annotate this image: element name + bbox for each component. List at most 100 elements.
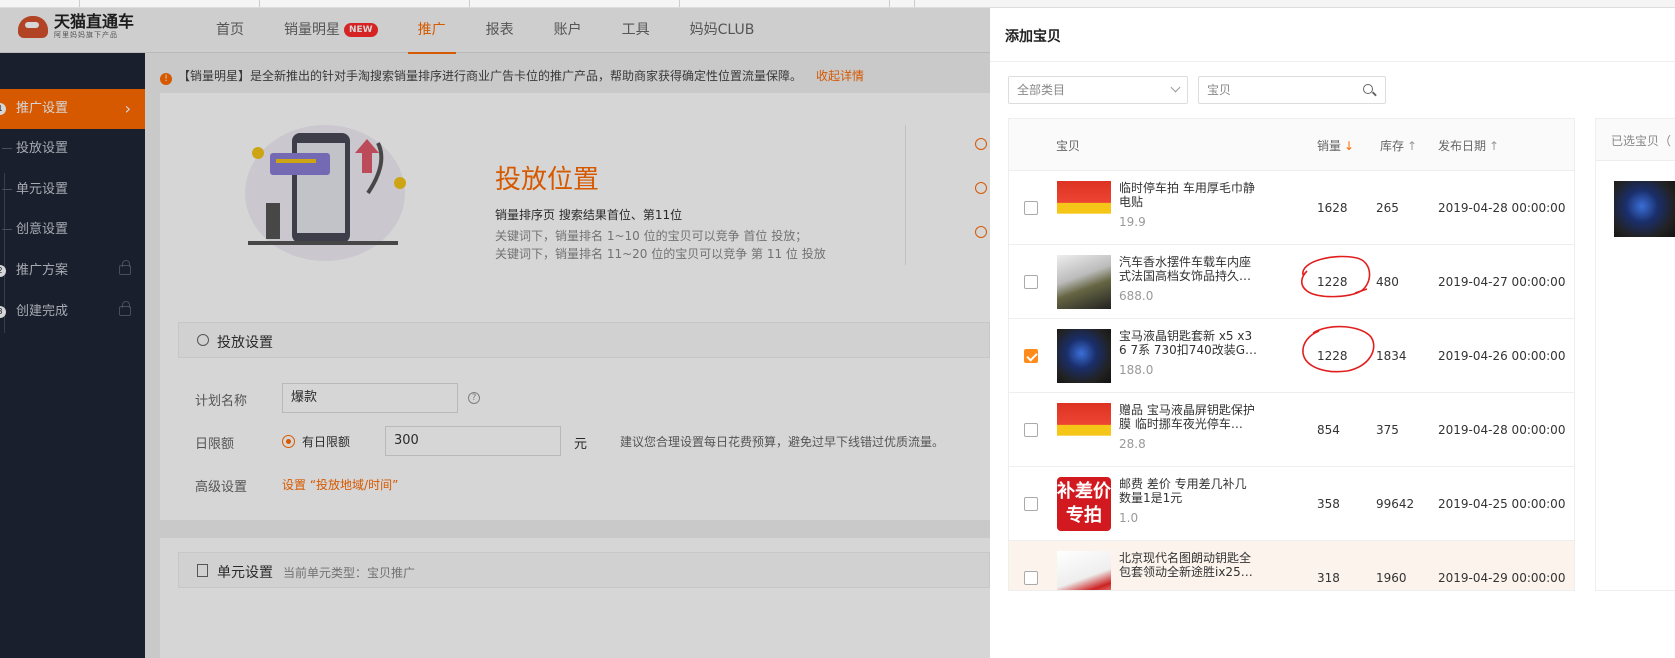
nav-promotion[interactable]: 推广 [398, 8, 466, 54]
advanced-settings-link[interactable]: 设置 “投放地域/时间” [282, 476, 398, 493]
browser-tab[interactable] [890, 0, 915, 7]
product-thumbnail: 补差价专拍 [1057, 477, 1111, 531]
product-price: 19.9 [1119, 215, 1146, 229]
row-checkbox-checked[interactable] [1024, 349, 1038, 363]
nav-account[interactable]: 账户 [534, 8, 602, 53]
sales-cell: 318 [1317, 571, 1340, 585]
product-price: 28.8 [1119, 437, 1146, 451]
hero-subtitle: 销量排序页 搜索结果首位、第11位 [495, 208, 683, 222]
row-checkbox[interactable] [1024, 497, 1038, 511]
column-header-item: 宝贝 [1056, 139, 1081, 153]
table-row[interactable]: 北京现代名图朗动钥匙全包套领动全新途胜ix25… 318 1960 2019-0… [1009, 541, 1574, 590]
section-subtitle: 当前单元类型：宝贝推广 [283, 566, 416, 580]
daily-limit-tip: 建议您合理设置每日花费预算，避免过早下线错过优质流量。 [620, 435, 945, 449]
date-cell: 2019-04-25 00:00:00 [1438, 497, 1566, 511]
section-title: 单元设置 [217, 565, 273, 581]
nav-mama-club[interactable]: 妈妈CLUB [670, 8, 775, 53]
product-name: 宝马液晶钥匙套新 x5 x3 6 7系 730扣740改装G… [1119, 329, 1258, 357]
row-checkbox[interactable] [1024, 571, 1038, 585]
tree-dash [2, 189, 12, 190]
sidebar-item-unit-settings[interactable]: 单元设置 [0, 170, 145, 210]
stock-cell: 1960 [1376, 571, 1407, 585]
sidebar-item-creation-complete[interactable]: 3 创建完成 [0, 292, 145, 332]
table-row[interactable]: 汽车香水摆件车载车内座式法国高档女饰品持久… 688.0 1228 480 20… [1009, 245, 1574, 319]
collapse-details-link[interactable]: 收起详情 [816, 69, 864, 83]
selected-item-thumbnail[interactable] [1614, 181, 1675, 237]
daily-limit-radio[interactable] [282, 435, 295, 448]
document-icon [197, 564, 208, 577]
column-header-stock[interactable]: 库存 ↑ [1380, 137, 1417, 154]
nav-sales-star[interactable]: 销量明星 NEW [264, 8, 398, 53]
logo-title: 天猫直通车 [54, 12, 135, 31]
category-select[interactable]: 全部类目 [1008, 76, 1188, 104]
sort-down-icon: ↓ [1344, 139, 1355, 153]
sales-cell: 358 [1317, 497, 1340, 511]
sidebar-item-label: 创意设置 [16, 222, 69, 237]
stock-cell: 265 [1376, 201, 1399, 215]
sidebar-item-promotion-plan[interactable]: 2 推广方案 [0, 251, 145, 291]
stock-cell: 375 [1376, 423, 1399, 437]
step-number-1: 1 [0, 103, 6, 115]
sidebar-item-delivery-settings[interactable]: 投放设置 [0, 129, 145, 169]
tree-dash [2, 229, 12, 230]
browser-tab[interactable] [260, 0, 470, 7]
new-badge: NEW [344, 23, 378, 37]
hero-description: 关键词下，销量排名 1~10 位的宝贝可以竞争 首位 投放； 关键词下，销量排名… [495, 229, 826, 261]
table-header: 宝贝 销量 ↓ 库存 ↑ 发布日期 ↑ [1009, 119, 1574, 171]
step-number-3: 3 [0, 306, 6, 318]
selected-items-panel: 已选宝贝（ [1595, 118, 1675, 591]
help-icon[interactable]: ? [468, 392, 480, 404]
product-name: 临时停车拍 车用厚毛巾静电贴 [1119, 181, 1255, 209]
stock-cell: 480 [1376, 275, 1399, 289]
browser-tab[interactable] [680, 0, 890, 7]
sidebar-item-label: 推广方案 [16, 263, 69, 278]
logo[interactable]: 天猫直通车 阿里妈妈旗下产品 [18, 14, 134, 39]
row-checkbox[interactable] [1024, 423, 1038, 437]
tmall-logo-icon [18, 15, 48, 38]
product-thumbnail [1057, 403, 1111, 457]
browser-tab[interactable] [470, 0, 680, 7]
date-cell: 2019-04-29 00:00:00 [1438, 571, 1566, 585]
item-table: 宝贝 销量 ↓ 库存 ↑ 发布日期 ↑ 临时停车拍 车用厚毛巾静电贴 19.9 162… [1008, 118, 1575, 591]
table-row[interactable]: 补差价专拍 邮费 差价 专用差几补几 数量1是1元 1.0 358 99642 … [1009, 467, 1574, 541]
product-thumbnail [1057, 181, 1111, 235]
user-icon [975, 182, 987, 194]
date-cell: 2019-04-27 00:00:00 [1438, 275, 1566, 289]
table-row[interactable]: 赠品 宝马液晶屏钥匙保护膜 临时挪车夜光停车… 28.8 854 375 201… [1009, 393, 1574, 467]
feature-icon [975, 138, 987, 150]
sales-cell: 1228 [1317, 275, 1348, 289]
browser-tab-strip [0, 0, 1675, 8]
search-icon[interactable] [1363, 84, 1373, 94]
daily-limit-input[interactable]: 300 [385, 426, 561, 456]
browser-tab[interactable] [0, 0, 80, 7]
row-checkbox[interactable] [1024, 275, 1038, 289]
table-row[interactable]: 宝马液晶钥匙套新 x5 x3 6 7系 730扣740改装G… 188.0 12… [1009, 319, 1574, 393]
product-thumbnail [1057, 551, 1111, 590]
nav-home[interactable]: 首页 [196, 8, 264, 53]
browser-tab[interactable] [80, 0, 260, 7]
column-header-sales[interactable]: 销量 ↓ [1317, 137, 1354, 154]
gear-icon [197, 334, 209, 346]
advanced-settings-label: 高级设置 [195, 480, 248, 495]
unit-settings-card: 单元设置 当前单元类型：宝贝推广 [160, 538, 990, 658]
row-checkbox[interactable] [1024, 201, 1038, 215]
divider [990, 61, 1675, 62]
nav-reports[interactable]: 报表 [466, 8, 534, 53]
item-search-input[interactable]: 宝贝 [1198, 76, 1386, 104]
hero-card: 投放位置 销量排序页 搜索结果首位、第11位 关键词下，销量排名 1~10 位的… [160, 93, 990, 313]
table-row[interactable]: 临时停车拍 车用厚毛巾静电贴 19.9 1628 265 2019-04-28 … [1009, 171, 1574, 245]
sidebar-item-creative-settings[interactable]: 创意设置 [0, 210, 145, 250]
nav-tools[interactable]: 工具 [602, 8, 670, 53]
tree-dash [2, 148, 12, 149]
notice-text: 【销量明星】是全新推出的针对手淘搜索销量排序进行商业广告卡位的推广产品，帮助商家… [178, 69, 803, 83]
stock-cell: 1834 [1376, 349, 1407, 363]
currency-unit: 元 [574, 437, 588, 452]
sidebar-item-promotion-settings[interactable]: 1 推广设置 › [0, 89, 145, 129]
plan-name-input[interactable]: 爆款 [282, 383, 458, 413]
product-name: 北京现代名图朗动钥匙全包套领动全新途胜ix25… [1119, 551, 1253, 579]
sidebar-item-label: 投放设置 [16, 141, 69, 156]
sales-cell: 1628 [1317, 201, 1348, 215]
column-header-date[interactable]: 发布日期 ↑ [1438, 137, 1499, 154]
lock-icon [119, 260, 131, 275]
section-header: 投放设置 [178, 322, 990, 358]
